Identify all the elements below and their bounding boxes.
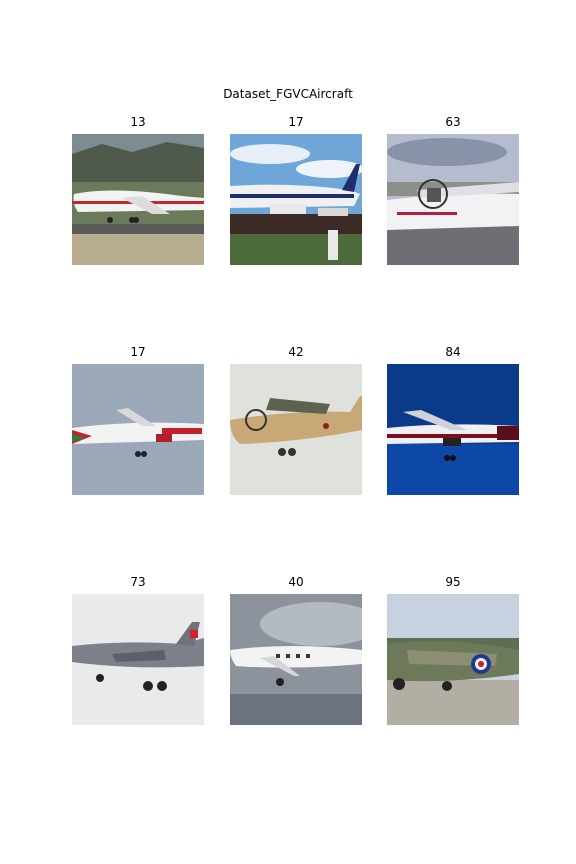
airliner-in-flight-photo — [72, 364, 204, 495]
image-label: 84 — [445, 345, 461, 359]
image-label: 63 — [445, 115, 461, 129]
military-transport-photo — [230, 364, 362, 495]
image-label: 42 — [288, 345, 304, 359]
fighter-jet-photo — [72, 594, 204, 725]
image-label: 40 — [288, 575, 304, 589]
image-label: 95 — [445, 575, 461, 589]
image-label: 17 — [130, 345, 146, 359]
image-label: 73 — [130, 575, 146, 589]
business-turboprop-photo — [230, 594, 362, 725]
warbird-on-grass-photo — [387, 594, 519, 725]
figure-title: Dataset_FGVCAircraft — [223, 87, 353, 101]
airliner-at-gate-photo — [230, 134, 362, 265]
jumbo-jet-on-runway-photo — [72, 134, 204, 265]
image-label: 17 — [288, 115, 304, 129]
image-label: 13 — [130, 115, 146, 129]
turboprop-on-apron-photo — [387, 134, 519, 265]
airliner-night-sky-photo — [387, 364, 519, 495]
